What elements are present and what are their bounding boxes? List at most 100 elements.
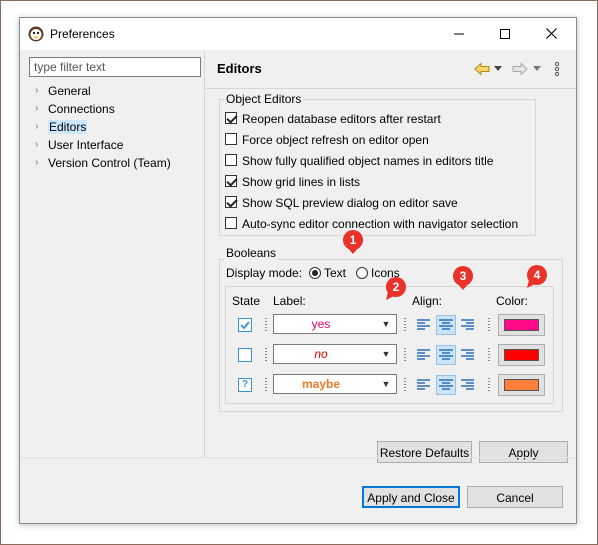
chevron-down-icon[interactable]: ▼ [379, 346, 393, 362]
display-mode-label: Display mode: [226, 266, 303, 280]
align-left-icon[interactable] [414, 375, 434, 395]
option-label: Show SQL preview dialog on editor save [242, 196, 458, 210]
preferences-tree: › General › Connections › Editors › User… [29, 82, 199, 172]
label-combo-yes[interactable]: yes ▼ [273, 314, 397, 334]
checkbox[interactable] [225, 175, 237, 187]
checkbox[interactable] [225, 133, 237, 145]
label-combo-no[interactable]: no ▼ [273, 344, 397, 364]
tree-item-connections[interactable]: › Connections [29, 100, 199, 118]
chevron-down-icon[interactable]: ▼ [379, 316, 393, 332]
radio-text-label[interactable]: Text [324, 266, 346, 280]
panel-divider[interactable] [204, 50, 205, 457]
preferences-window: Preferences › General › Connections › Ed… [19, 17, 577, 524]
align-center-button[interactable] [436, 315, 456, 335]
tree-item-user-interface[interactable]: › User Interface [29, 136, 199, 154]
back-arrow-icon[interactable] [474, 62, 490, 76]
header-color: Color: [496, 294, 529, 308]
drag-handle[interactable] [265, 348, 267, 362]
dropdown-icon[interactable] [533, 66, 541, 72]
apply-and-close-button[interactable]: Apply and Close [362, 486, 460, 508]
tree-item-editors[interactable]: › Editors [29, 118, 199, 136]
align-left-icon[interactable] [414, 315, 434, 335]
booleans-title: Booleans [224, 246, 279, 260]
callout-number: 4 [534, 268, 541, 282]
filter-input[interactable] [29, 57, 201, 77]
forward-arrow-icon[interactable] [512, 62, 528, 76]
tree-item-general[interactable]: › General [29, 82, 199, 100]
header-align: Align: [412, 294, 443, 308]
chevron-down-icon[interactable]: ▼ [379, 376, 393, 392]
callout-badge-1: 1 [343, 230, 363, 254]
checked-state-icon [238, 318, 252, 332]
object-editors-title: Object Editors [224, 92, 304, 106]
maximize-button[interactable] [482, 18, 528, 50]
title-bar: Preferences [20, 18, 576, 50]
more-options-icon[interactable] [554, 61, 560, 77]
checkbox[interactable] [225, 196, 237, 208]
drag-handle[interactable] [488, 348, 490, 362]
callout-number: 2 [393, 280, 400, 294]
callout-badge-4: 4 [527, 265, 547, 288]
drag-handle[interactable] [488, 318, 490, 332]
minimize-button[interactable] [436, 18, 482, 50]
drag-handle[interactable] [404, 318, 406, 332]
align-right-icon[interactable] [458, 345, 478, 365]
restore-defaults-button[interactable]: Restore Defaults [377, 441, 472, 463]
drag-handle[interactable] [404, 348, 406, 362]
dbeaver-app-icon [28, 26, 44, 42]
chevron-right-icon[interactable]: › [35, 100, 38, 118]
checkbox[interactable] [225, 217, 237, 229]
combo-value: no [314, 347, 328, 361]
combo-value: maybe [301, 377, 341, 391]
color-swatch [504, 379, 539, 391]
tree-item-label: User Interface [48, 138, 124, 152]
callout-number: 1 [350, 233, 357, 247]
align-center-button[interactable] [436, 375, 456, 395]
dropdown-icon[interactable] [494, 66, 502, 72]
color-swatch [504, 319, 539, 331]
align-center-icon [439, 349, 453, 360]
align-right-icon[interactable] [458, 375, 478, 395]
apply-button[interactable]: Apply [479, 441, 568, 463]
color-button-yes[interactable] [498, 314, 545, 336]
header-state: State [232, 294, 261, 308]
chevron-right-icon[interactable]: › [35, 136, 38, 154]
align-center-button[interactable] [436, 345, 456, 365]
option-label: Show grid lines in lists [242, 175, 361, 189]
tree-item-label: Editors [48, 120, 88, 134]
maximize-icon [500, 29, 510, 39]
align-right-icon[interactable] [458, 315, 478, 335]
minimize-icon [454, 33, 464, 35]
label-combo-maybe[interactable]: maybe ▼ [273, 374, 397, 394]
chevron-right-icon[interactable]: › [35, 118, 38, 136]
radio-icons-mode[interactable] [356, 267, 368, 279]
tree-item-label: Version Control (Team) [48, 156, 171, 170]
close-icon [545, 28, 557, 39]
drag-handle[interactable] [404, 378, 406, 392]
chevron-right-icon[interactable]: › [35, 154, 38, 172]
drag-handle[interactable] [265, 318, 267, 332]
window-title: Preferences [50, 27, 115, 41]
align-left-icon[interactable] [414, 345, 434, 365]
unchecked-state-icon [238, 348, 252, 362]
tree-item-label: Connections [48, 102, 115, 116]
radio-text-mode[interactable] [309, 267, 321, 279]
align-center-icon [439, 379, 453, 390]
option-label: Reopen database editors after restart [242, 112, 441, 126]
checkbox[interactable] [225, 112, 237, 124]
option-label: Show fully qualified object names in edi… [242, 154, 494, 168]
checkbox[interactable] [225, 154, 237, 166]
color-button-no[interactable] [498, 344, 545, 366]
close-button[interactable] [528, 18, 574, 50]
chevron-right-icon[interactable]: › [35, 82, 38, 100]
unknown-state-icon: ? [238, 378, 252, 392]
tree-item-version-control[interactable]: › Version Control (Team) [29, 154, 199, 172]
color-swatch [504, 349, 539, 361]
page-nav-toolbar [474, 60, 564, 78]
cancel-button[interactable]: Cancel [467, 486, 563, 508]
drag-handle[interactable] [265, 378, 267, 392]
option-label: Auto-sync editor connection with navigat… [242, 217, 519, 231]
color-button-maybe[interactable] [498, 374, 545, 396]
drag-handle[interactable] [488, 378, 490, 392]
callout-number: 3 [460, 269, 467, 283]
